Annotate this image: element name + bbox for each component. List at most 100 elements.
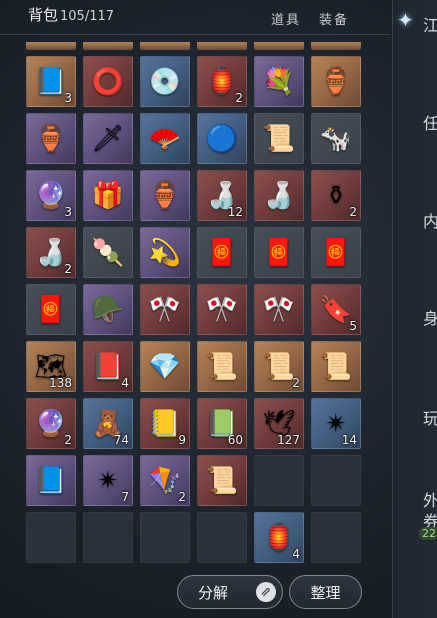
inventory-title-label: 背包 bbox=[28, 6, 59, 24]
inventory-slot[interactable]: 🍡 bbox=[83, 227, 133, 278]
inventory-slot[interactable]: 📗 60 bbox=[197, 398, 247, 449]
inventory-slot[interactable]: 💿 bbox=[140, 56, 190, 107]
inventory-slot[interactable]: 🏺 bbox=[26, 113, 76, 164]
side-menu-item[interactable]: 任 bbox=[423, 110, 437, 134]
lock-icon[interactable]: ⇗ bbox=[256, 582, 276, 602]
side-menu-item[interactable]: 江 bbox=[423, 12, 437, 36]
partial-item-slot bbox=[140, 42, 190, 50]
wine-gourd-icon: 🏺 bbox=[319, 66, 353, 97]
inventory-slot[interactable]: 📜 bbox=[197, 341, 247, 392]
partial-item-slot bbox=[83, 42, 133, 50]
inventory-slot[interactable]: 📜 2 bbox=[254, 341, 304, 392]
tab-items[interactable]: 道具 bbox=[271, 9, 301, 28]
jade-disc-icon: 💿 bbox=[148, 66, 182, 97]
item-quantity: 14 bbox=[341, 433, 357, 447]
inventory-slot[interactable]: 🪁 2 bbox=[140, 455, 190, 506]
item-quantity: 60 bbox=[227, 433, 243, 447]
partial-row-strip bbox=[26, 42, 390, 50]
split-button-label: 分解 bbox=[198, 583, 229, 602]
blue-crystal-icon: 💎 bbox=[148, 351, 182, 382]
inventory-slot[interactable]: 🧧 bbox=[311, 227, 361, 278]
banner-icon: 🎌 bbox=[148, 294, 182, 325]
inventory-slot[interactable]: 🏮 2 bbox=[197, 56, 247, 107]
inventory-slot[interactable]: 🐄 bbox=[311, 113, 361, 164]
inventory-grid: 📘 3 ⭕ 💿 🏮 2 💐 🏺 🏺 🗡 🪭 🔵 📜 🐄 🔮 3 🎁 🏺 🍶 12 🍶 ⚱ 2 🍶 2 🍡 💫 🧧 🧧 🧧 🧧 🪖 🎌 🎌 🎌 🔖 5 🗺 1… bbox=[26, 56, 390, 564]
inventory-slot[interactable]: 💎 bbox=[140, 341, 190, 392]
inventory-slot[interactable]: 🕊 127 bbox=[254, 398, 304, 449]
fan-disc-icon: 🪭 bbox=[148, 123, 182, 154]
item-quantity: 3 bbox=[64, 205, 72, 219]
inventory-slot[interactable]: ✴ 7 bbox=[83, 455, 133, 506]
inventory-slot[interactable]: 📒 9 bbox=[140, 398, 190, 449]
inventory-slot[interactable]: 🏮 4 bbox=[254, 512, 304, 563]
item-quantity: 138 bbox=[49, 376, 72, 390]
empty-slot bbox=[140, 512, 190, 563]
empty-slot bbox=[83, 512, 133, 563]
inventory-slot[interactable]: 🍶 bbox=[254, 170, 304, 221]
inventory-slot[interactable]: 🎁 bbox=[83, 170, 133, 221]
spear-icon: 🗡 bbox=[91, 123, 125, 154]
side-menu-item[interactable]: 内 bbox=[423, 208, 437, 232]
item-quantity: 74 bbox=[113, 433, 129, 447]
inventory-slot[interactable]: 🏺 bbox=[311, 56, 361, 107]
inventory-screen: 背包 105/117 道具 装备 📘 3 ⭕ 💿 🏮 2 💐 🏺 🏺 🗡 🪭 🔵 📜 🐄 🔮 3 🎁 🏺 🍶 12 🍶 ⚱… bbox=[0, 0, 437, 618]
inventory-slot[interactable]: 🔵 bbox=[197, 113, 247, 164]
inventory-slot[interactable]: 📜 bbox=[197, 455, 247, 506]
banner-icon: 🎌 bbox=[205, 294, 239, 325]
side-menu-item[interactable]: 玩 bbox=[423, 405, 437, 429]
item-quantity: 2 bbox=[349, 205, 357, 219]
item-quantity: 4 bbox=[121, 376, 129, 390]
wine-gourd-icon: 🏺 bbox=[34, 123, 68, 154]
inventory-slot[interactable]: 🎌 bbox=[140, 284, 190, 335]
empty-slot bbox=[311, 512, 361, 563]
inventory-slot[interactable]: 🪭 bbox=[140, 113, 190, 164]
inventory-slot[interactable]: 🍶 2 bbox=[26, 227, 76, 278]
inventory-header: 背包 105/117 道具 装备 bbox=[0, 0, 390, 35]
tab-equipment[interactable]: 装备 bbox=[319, 9, 349, 28]
red-envelope-icon: 🧧 bbox=[262, 237, 296, 268]
partial-item-slot bbox=[254, 42, 304, 50]
inventory-slot[interactable]: 💐 bbox=[254, 56, 304, 107]
inventory-slot[interactable]: 🍶 12 bbox=[197, 170, 247, 221]
inventory-slot[interactable]: 🗺 138 bbox=[26, 341, 76, 392]
inventory-slot[interactable]: ✴ 14 bbox=[311, 398, 361, 449]
item-quantity: 9 bbox=[178, 433, 186, 447]
coupon-badge: 22 bbox=[419, 527, 437, 540]
inventory-slot[interactable]: 🗡 bbox=[83, 113, 133, 164]
item-quantity: 2 bbox=[292, 376, 300, 390]
inventory-slot[interactable]: ⭕ bbox=[83, 56, 133, 107]
inventory-slot[interactable]: 📘 3 bbox=[26, 56, 76, 107]
partial-item-slot bbox=[26, 42, 76, 50]
inventory-slot[interactable]: 📘 bbox=[26, 455, 76, 506]
inventory-slot[interactable]: 🎌 bbox=[197, 284, 247, 335]
inventory-slot[interactable]: 🏺 bbox=[140, 170, 190, 221]
empty-slot bbox=[26, 512, 76, 563]
inventory-slot[interactable]: 🔖 5 bbox=[311, 284, 361, 335]
sort-button[interactable]: 整理 bbox=[289, 575, 362, 609]
side-menu-item[interactable]: 身 bbox=[423, 305, 437, 329]
inventory-slot[interactable]: 🧧 bbox=[254, 227, 304, 278]
empty-slot bbox=[254, 455, 304, 506]
inventory-slot[interactable]: ⚱ 2 bbox=[311, 170, 361, 221]
red-envelope-icon: 🧧 bbox=[319, 237, 353, 268]
porcelain-vase-icon: 🍶 bbox=[262, 180, 296, 211]
item-quantity: 4 bbox=[292, 547, 300, 561]
inventory-slot[interactable]: 🪖 bbox=[83, 284, 133, 335]
inventory-slot[interactable]: 🧸 74 bbox=[83, 398, 133, 449]
jade-ring-icon: 💫 bbox=[148, 237, 182, 268]
inventory-slot[interactable]: 🧧 bbox=[26, 284, 76, 335]
inventory-slot[interactable]: 🎌 bbox=[254, 284, 304, 335]
inventory-slot[interactable]: 🧧 bbox=[197, 227, 247, 278]
inventory-slot[interactable]: 💫 bbox=[140, 227, 190, 278]
inventory-slot[interactable]: 📜 bbox=[311, 341, 361, 392]
inventory-title: 背包 105/117 bbox=[28, 4, 114, 25]
empty-slot bbox=[311, 455, 361, 506]
inventory-slot[interactable]: 📕 4 bbox=[83, 341, 133, 392]
inventory-slot[interactable]: 📜 bbox=[254, 113, 304, 164]
scroll-icon: 📜 bbox=[205, 351, 239, 382]
split-button[interactable]: 分解 ⇗ bbox=[177, 575, 283, 609]
open-scroll-icon: 📜 bbox=[205, 465, 239, 496]
inventory-slot[interactable]: 🔮 3 bbox=[26, 170, 76, 221]
partial-item-slot bbox=[197, 42, 247, 50]
inventory-slot[interactable]: 🔮 2 bbox=[26, 398, 76, 449]
